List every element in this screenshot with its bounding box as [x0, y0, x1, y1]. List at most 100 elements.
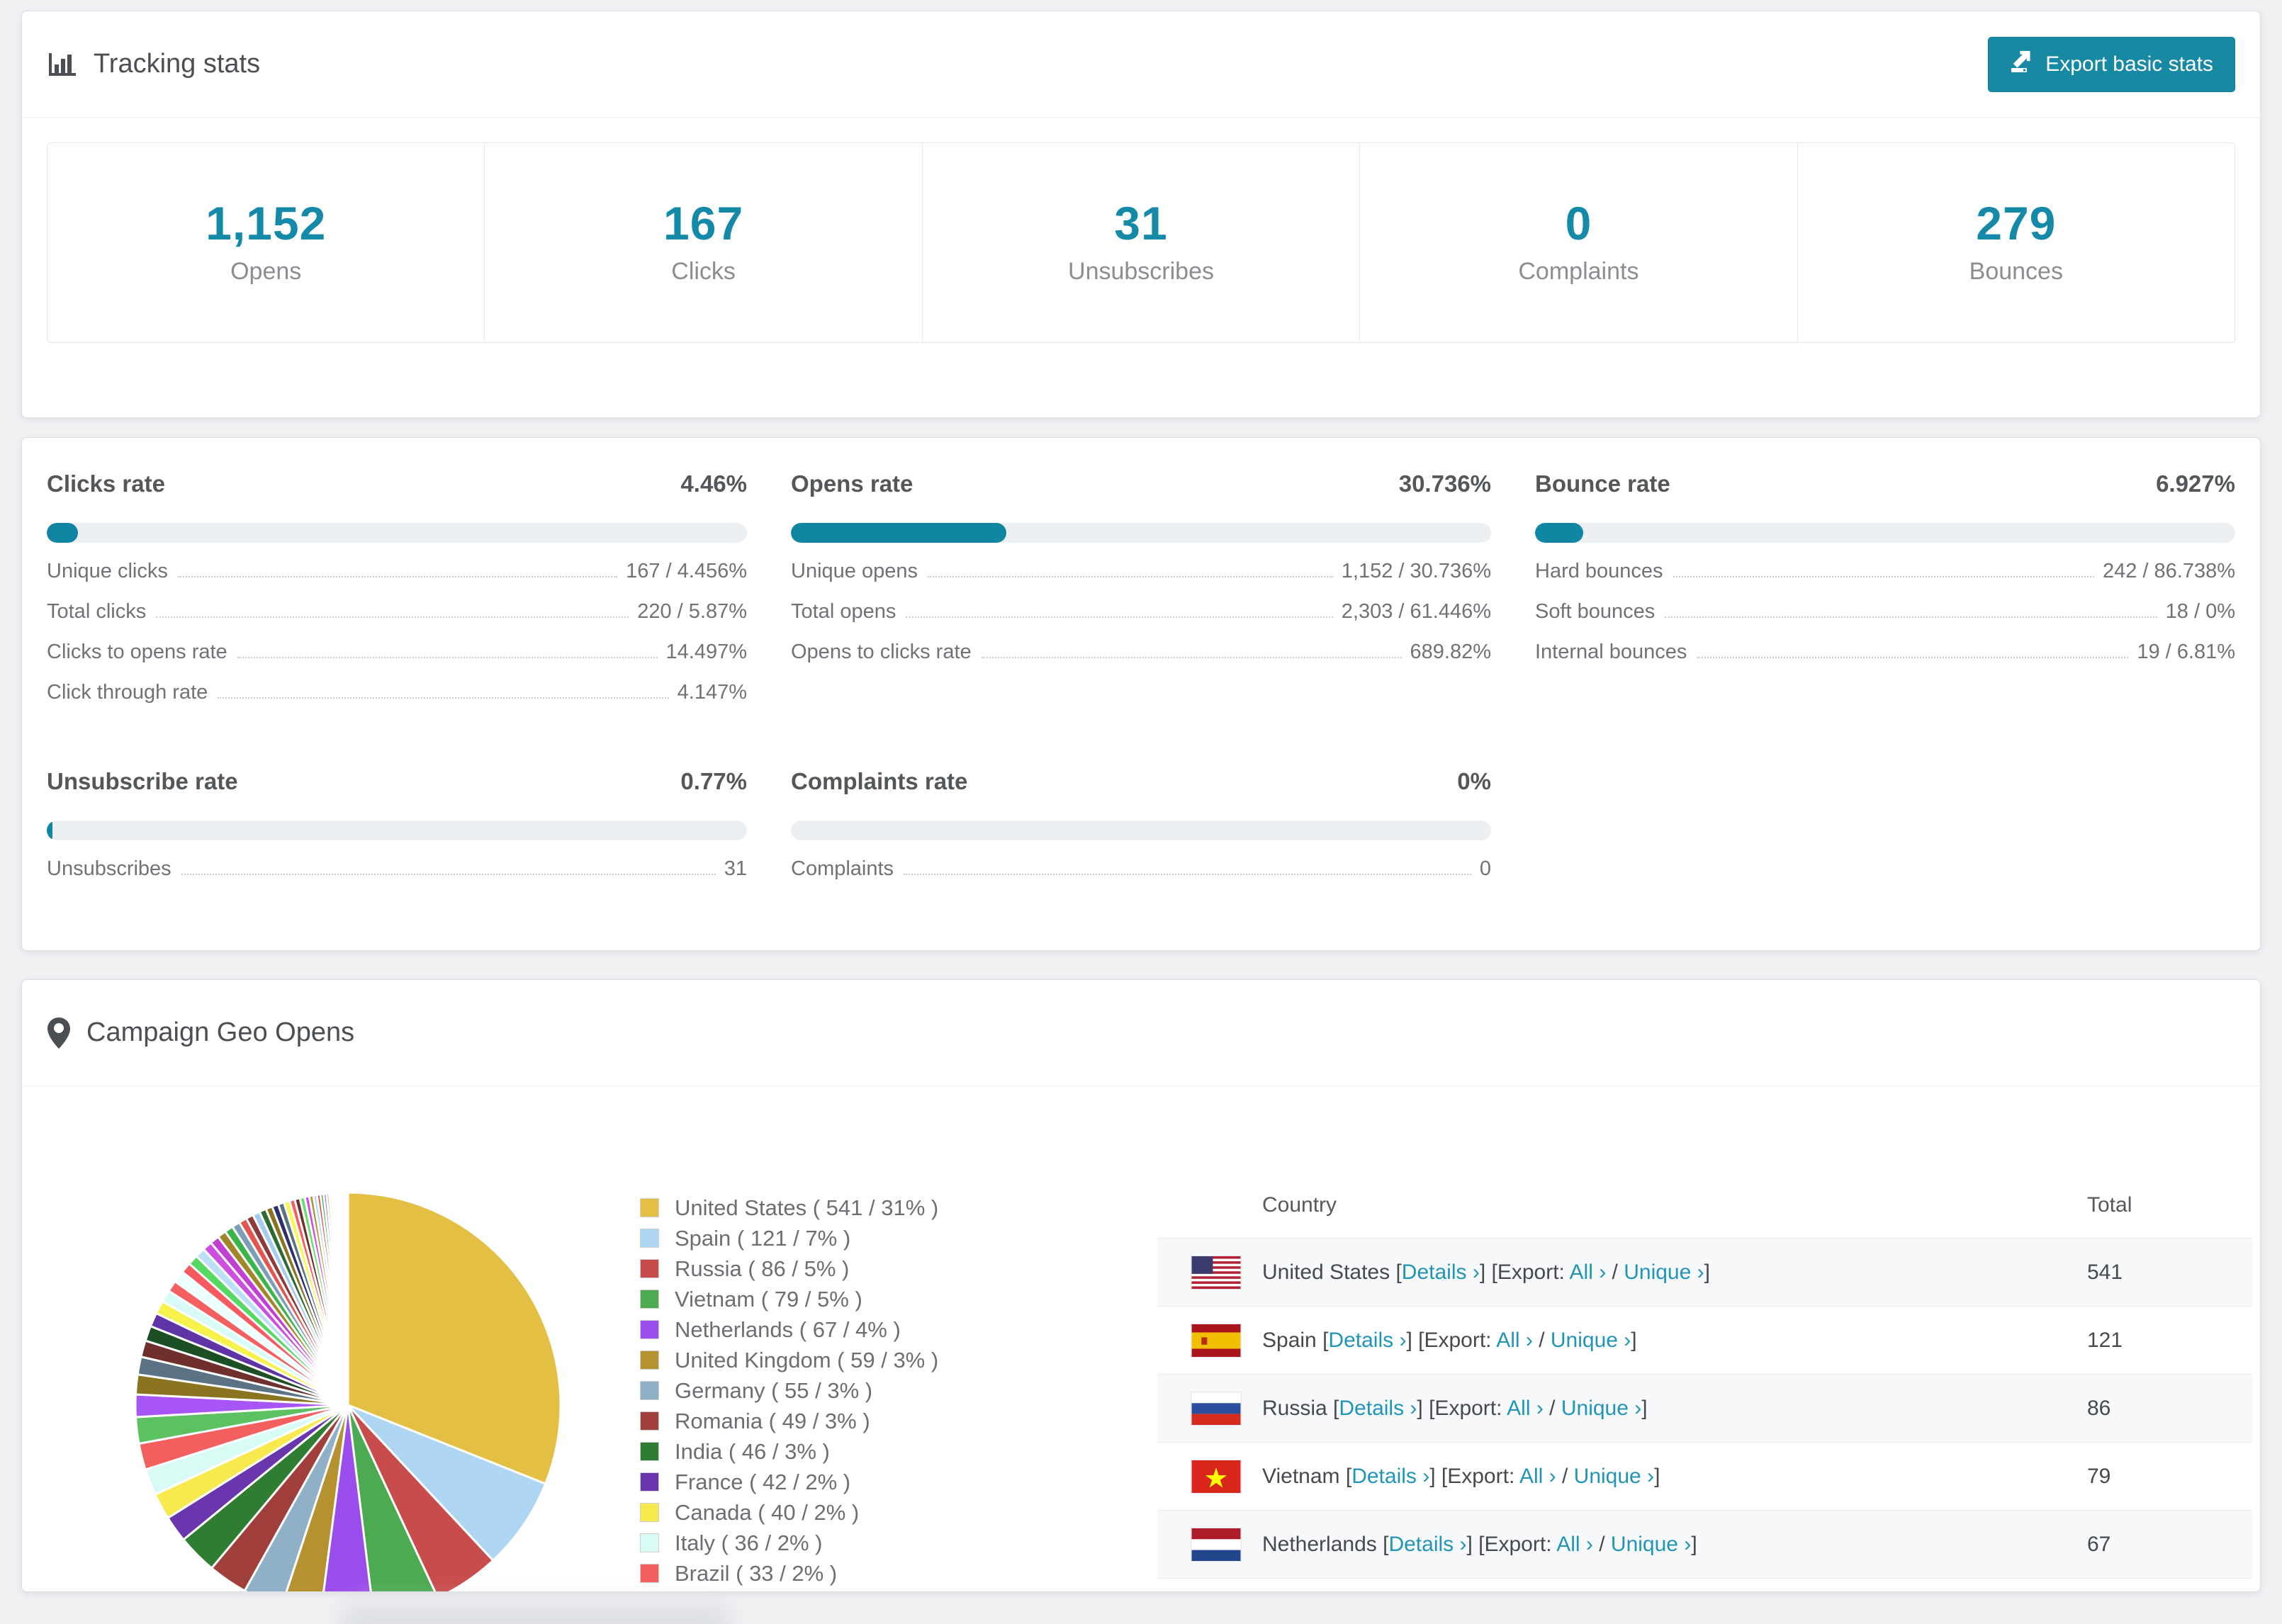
stat-value: 1,152: [206, 197, 327, 249]
legend-item: India ( 46 / 3% ): [640, 1436, 938, 1467]
legend-label: Italy ( 36 / 2% ): [675, 1530, 823, 1555]
detail-leader-dots: [927, 576, 1333, 577]
legend-swatch: [640, 1564, 659, 1583]
rate-progress-track: [791, 523, 1491, 543]
rate-detail-row: Total clicks 220 / 5.87%: [47, 602, 747, 622]
detail-label: Internal bounces: [1535, 641, 1687, 663]
stats-summary-row: 1,152 Opens 167 Clicks 31 Unsubscribes 0 Compla…: [47, 142, 2235, 343]
geo-table-row: Russia [Details ›] [Export: All › / Uniq…: [1157, 1374, 2252, 1442]
geo-row-total: 79: [2087, 1464, 2111, 1488]
geo-table-row: Netherlands [Details ›] [Export: All › /…: [1157, 1510, 2252, 1578]
export-unique-link[interactable]: Unique ›: [1561, 1397, 1641, 1420]
details-link[interactable]: Details ›: [1328, 1329, 1406, 1352]
es-flag-icon: [1191, 1324, 1241, 1357]
legend-item: Romania ( 49 / 3% ): [640, 1406, 938, 1436]
details-link[interactable]: Details ›: [1388, 1533, 1466, 1556]
export-label: [Export:: [1441, 1464, 1519, 1488]
export-all-link[interactable]: All ›: [1519, 1465, 1556, 1488]
nl-flag-icon: [1191, 1528, 1241, 1561]
country-column-header: Country: [1262, 1193, 1337, 1217]
export-basic-stats-button[interactable]: Export basic stats: [1988, 36, 2235, 92]
legend-label: France ( 42 / 2% ): [675, 1469, 851, 1494]
rate-title: Unsubscribe rate: [47, 768, 238, 794]
export-all-link[interactable]: All ›: [1507, 1397, 1544, 1420]
rate-value: 6.927%: [2156, 470, 2235, 497]
detail-leader-dots: [156, 616, 629, 618]
detail-leader-dots: [237, 657, 658, 658]
geo-row-total: 541: [2087, 1260, 2123, 1284]
export-unique-link[interactable]: Unique ›: [1551, 1329, 1631, 1352]
export-label: [Export:: [1418, 1328, 1497, 1352]
total-column-header: Total: [2087, 1193, 2132, 1217]
rate-detail-row: Unique clicks 167 / 4.456%: [47, 561, 747, 582]
details-link[interactable]: Details ›: [1402, 1261, 1480, 1284]
detail-leader-dots: [218, 697, 669, 699]
export-all-link[interactable]: All ›: [1570, 1261, 1607, 1284]
export-unique-link[interactable]: Unique ›: [1624, 1261, 1704, 1284]
bracket: ]: [1654, 1464, 1660, 1488]
rate-progress-track: [47, 821, 747, 840]
legend-swatch: [640, 1290, 659, 1309]
page: Tracking stats Export basic stats 1,152 O…: [0, 0, 2282, 1592]
detail-label: Total clicks: [47, 600, 147, 623]
rate-detail-row: Click through rate 4.147%: [47, 682, 747, 703]
detail-label: Unique clicks: [47, 560, 168, 582]
legend-label: Canada ( 40 / 2% ): [675, 1499, 860, 1525]
stat-label: Clicks: [671, 258, 736, 285]
rate-detail-rows: Hard bounces 242 / 86.738% Soft bounces 18 …: [1535, 561, 2235, 662]
legend-label: Russia ( 86 / 5% ): [675, 1256, 850, 1281]
geo-table-rows: United States [Details ›] [Export: All ›…: [1157, 1238, 2252, 1591]
rate-block: Clicks rate 4.46% Unique clicks 167 / 4.456…: [47, 468, 747, 703]
geo-opens-title: Campaign Geo Opens: [47, 1017, 354, 1049]
detail-label: Soft bounces: [1535, 600, 1656, 623]
country-name: United States: [1262, 1260, 1396, 1284]
detail-label: Unsubscribes: [47, 857, 172, 880]
details-link[interactable]: Details ›: [1339, 1397, 1417, 1420]
legend-label: United Kingdom ( 59 / 3% ): [675, 1347, 939, 1372]
export-button-label: Export basic stats: [2045, 52, 2213, 76]
bracket: ]: [1691, 1532, 1697, 1556]
stat-cell: 167 Clicks: [484, 143, 921, 342]
detail-value: 2,303 / 61.446%: [1341, 600, 1491, 623]
map-pin-icon: [47, 1017, 71, 1049]
detail-label: Clicks to opens rate: [47, 641, 227, 663]
slash: /: [1592, 1532, 1611, 1556]
export-label: [Export:: [1478, 1532, 1557, 1556]
geo-opens-title-text: Campaign Geo Opens: [86, 1017, 355, 1047]
legend-label: South Africa ( 29 / 2% ): [675, 1591, 901, 1592]
export-unique-link[interactable]: Unique ›: [1574, 1465, 1654, 1488]
legend-label: Germany ( 55 / 3% ): [675, 1377, 873, 1403]
legend-swatch: [640, 1533, 659, 1552]
legend-item: Russia ( 86 / 5% ): [640, 1253, 938, 1284]
legend-swatch: [640, 1198, 659, 1217]
slash: /: [1543, 1396, 1561, 1420]
bracket: ]: [1429, 1464, 1441, 1488]
details-link[interactable]: Details ›: [1351, 1465, 1429, 1488]
detail-label: Hard bounces: [1535, 560, 1663, 582]
rate-detail-rows: Complaints 0: [791, 859, 1491, 879]
legend-item: Vietnam ( 79 / 5% ): [640, 1284, 938, 1314]
geo-opens-header: Campaign Geo Opens: [22, 980, 2260, 1086]
rate-progress-track: [47, 523, 747, 543]
detail-leader-dots: [1673, 576, 2094, 577]
export-all-link[interactable]: All ›: [1496, 1329, 1533, 1352]
export-unique-link[interactable]: Unique ›: [1611, 1533, 1691, 1556]
legend-label: India ( 46 / 3% ): [675, 1438, 830, 1464]
bracket: [: [1345, 1464, 1352, 1488]
rate-progress-fill: [47, 523, 79, 543]
legend-swatch: [640, 1350, 659, 1370]
geo-table-header: Country Total: [1157, 1173, 2252, 1238]
stat-label: Opens: [230, 258, 302, 285]
export-label: [Export:: [1429, 1396, 1507, 1420]
rate-title: Clicks rate: [47, 470, 165, 497]
detail-value: 242 / 86.738%: [2102, 560, 2235, 582]
rate-block: Unsubscribe rate 0.77% Unsubscribes 31: [47, 765, 747, 879]
us-flag-icon: [1191, 1256, 1241, 1289]
rate-value: 0.77%: [680, 768, 747, 794]
detail-label: Click through rate: [47, 681, 208, 704]
legend-label: United States ( 541 / 31% ): [675, 1195, 939, 1220]
legend-label: Netherlands ( 67 / 4% ): [675, 1316, 901, 1342]
export-all-link[interactable]: All ›: [1556, 1533, 1593, 1556]
export-icon: [2010, 50, 2034, 79]
rate-value: 0%: [1457, 768, 1491, 794]
